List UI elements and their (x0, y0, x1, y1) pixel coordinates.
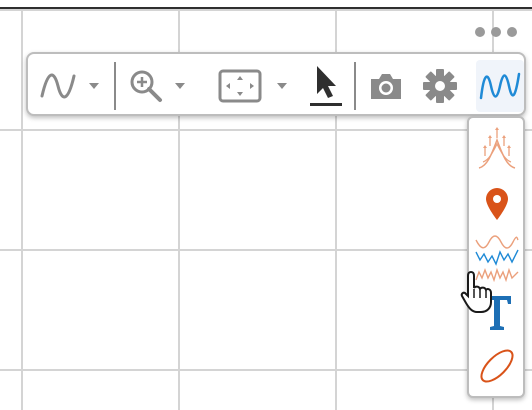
peak-finder-icon[interactable] (475, 124, 519, 172)
line-chart-icon[interactable] (36, 64, 80, 108)
fit-view-icon[interactable] (214, 64, 266, 108)
waveform-icon[interactable] (476, 64, 524, 108)
signal-tools-panel (467, 116, 525, 398)
zoom-dropdown-caret[interactable] (170, 64, 190, 108)
signal-compare-icon[interactable] (475, 234, 519, 282)
text-annotation-icon[interactable] (475, 288, 519, 336)
fit-view-dropdown-caret[interactable] (272, 64, 292, 108)
more-horizontal-icon[interactable] (470, 22, 522, 42)
plot-toolbar (26, 52, 526, 116)
line-chart-dropdown-caret[interactable] (84, 64, 104, 108)
select-arrow-icon[interactable] (306, 64, 346, 108)
ellipse-icon[interactable] (475, 342, 519, 390)
plot-top-border (0, 0, 532, 9)
zoom-in-icon[interactable] (124, 64, 168, 108)
gear-icon[interactable] (418, 64, 462, 108)
toolbar-separator (354, 62, 356, 110)
toolbar-separator (114, 62, 116, 110)
map-marker-icon[interactable] (475, 180, 519, 228)
camera-icon[interactable] (364, 64, 408, 108)
